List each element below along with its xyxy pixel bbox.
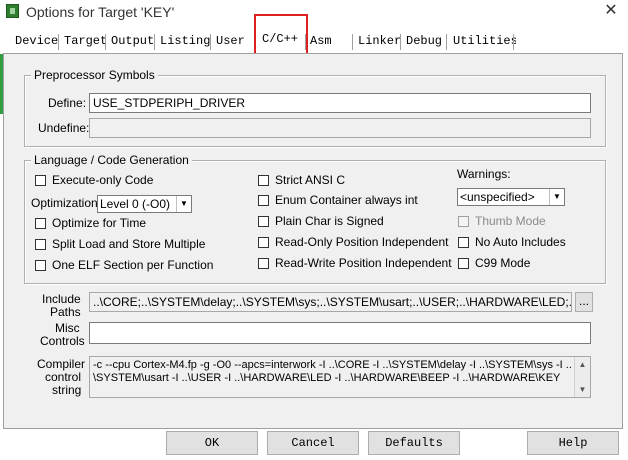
- compiler-string-scrollbar[interactable]: ▲ ▼: [574, 357, 590, 397]
- undefine-label: Undefine:: [38, 121, 90, 135]
- tab-asm[interactable]: Asm: [310, 30, 332, 52]
- tab-linker[interactable]: Linker: [358, 30, 401, 52]
- defaults-button[interactable]: Defaults: [368, 431, 460, 455]
- strict-ansi-label: Strict ANSI C: [275, 173, 346, 187]
- compiler-string-label-line3: string: [52, 383, 82, 397]
- ropi-checkbox[interactable]: [258, 237, 269, 248]
- tab-utilities[interactable]: Utilities: [453, 30, 518, 52]
- tab-debug[interactable]: Debug: [406, 30, 442, 52]
- warnings-select[interactable]: <unspecified> ▼: [457, 188, 565, 206]
- compiler-string-textarea[interactable]: -c --cpu Cortex-M4.fp -g -O0 --apcs=inte…: [89, 356, 591, 398]
- tab-user[interactable]: User: [216, 30, 245, 52]
- close-icon[interactable]: ✕: [600, 0, 622, 22]
- optimization-value: Level 0 (-O0): [100, 197, 171, 211]
- rwpi-checkbox[interactable]: [258, 258, 269, 269]
- plain-char-label: Plain Char is Signed: [275, 214, 384, 228]
- optimize-time-label: Optimize for Time: [52, 216, 147, 230]
- define-label: Define:: [48, 96, 87, 110]
- tab-listing[interactable]: Listing: [160, 30, 210, 52]
- browse-include-paths-button[interactable]: ...: [575, 292, 593, 312]
- compiler-string-line2: \SYSTEM\usart -I ..\USER -I ..\HARDWARE\…: [93, 372, 561, 384]
- language-group-label: Language / Code Generation: [31, 153, 192, 167]
- cancel-button[interactable]: Cancel: [267, 431, 359, 455]
- active-tab-highlight: [254, 14, 308, 56]
- optimization-label: Optimization:: [31, 196, 102, 210]
- c99-mode-label: C99 Mode: [475, 256, 531, 270]
- misc-controls-field[interactable]: [89, 322, 591, 344]
- include-paths-label-line1: Include: [42, 292, 81, 306]
- warnings-value: <unspecified>: [460, 190, 535, 204]
- scroll-down-icon[interactable]: ▼: [575, 382, 590, 397]
- ropi-label: Read-Only Position Independent: [275, 235, 449, 249]
- thumb-mode-label: Thumb Mode: [475, 214, 546, 228]
- rwpi-label: Read-Write Position Independent: [275, 256, 452, 270]
- misc-controls-label-line1: Misc: [55, 321, 80, 335]
- warnings-label: Warnings:: [457, 167, 511, 181]
- misc-controls-label-line2: Controls: [40, 334, 85, 348]
- no-auto-includes-label: No Auto Includes: [475, 235, 566, 249]
- tab-output[interactable]: Output: [111, 30, 154, 52]
- tab-target[interactable]: Target: [64, 30, 107, 52]
- compiler-string-label-line2: control: [45, 370, 82, 384]
- title-bar: Options for Target 'KEY' ✕: [0, 0, 628, 24]
- preprocessor-group-label: Preprocessor Symbols: [31, 68, 158, 82]
- define-field[interactable]: USE_STDPERIPH_DRIVER: [89, 93, 591, 113]
- one-elf-label: One ELF Section per Function: [52, 258, 214, 272]
- include-paths-field[interactable]: ..\CORE;..\SYSTEM\delay;..\SYSTEM\sys;..…: [89, 292, 572, 312]
- keil-target-icon: [6, 4, 19, 18]
- enum-container-checkbox[interactable]: [258, 195, 269, 206]
- enum-container-label: Enum Container always int: [275, 193, 418, 207]
- chevron-down-icon: ▼: [176, 196, 191, 212]
- tab-device[interactable]: Device: [15, 30, 58, 52]
- compiler-string-label-line1: Compiler: [37, 357, 86, 371]
- tab-bar: Device Target Output Listing User C/C++ …: [0, 30, 628, 54]
- execute-only-label: Execute-only Code: [52, 173, 154, 187]
- window-title: Options for Target 'KEY': [26, 4, 175, 20]
- help-button[interactable]: Help: [527, 431, 619, 455]
- compiler-string-line1: -c --cpu Cortex-M4.fp -g -O0 --apcs=inte…: [93, 359, 572, 371]
- chevron-down-icon: ▼: [549, 189, 564, 205]
- undefine-field[interactable]: [89, 118, 591, 138]
- no-auto-includes-checkbox[interactable]: [458, 237, 469, 248]
- split-load-checkbox[interactable]: [35, 239, 46, 250]
- thumb-mode-checkbox[interactable]: [458, 216, 469, 227]
- strict-ansi-checkbox[interactable]: [258, 175, 269, 186]
- optimize-time-checkbox[interactable]: [35, 218, 46, 229]
- ok-button[interactable]: OK: [166, 431, 258, 455]
- plain-char-checkbox[interactable]: [258, 216, 269, 227]
- execute-only-checkbox[interactable]: [35, 175, 46, 186]
- include-paths-label-line2: Paths: [50, 305, 81, 319]
- c99-mode-checkbox[interactable]: [458, 258, 469, 269]
- optimization-select[interactable]: Level 0 (-O0) ▼: [97, 195, 192, 213]
- split-load-label: Split Load and Store Multiple: [52, 237, 206, 251]
- one-elf-checkbox[interactable]: [35, 260, 46, 271]
- scroll-up-icon[interactable]: ▲: [575, 357, 590, 372]
